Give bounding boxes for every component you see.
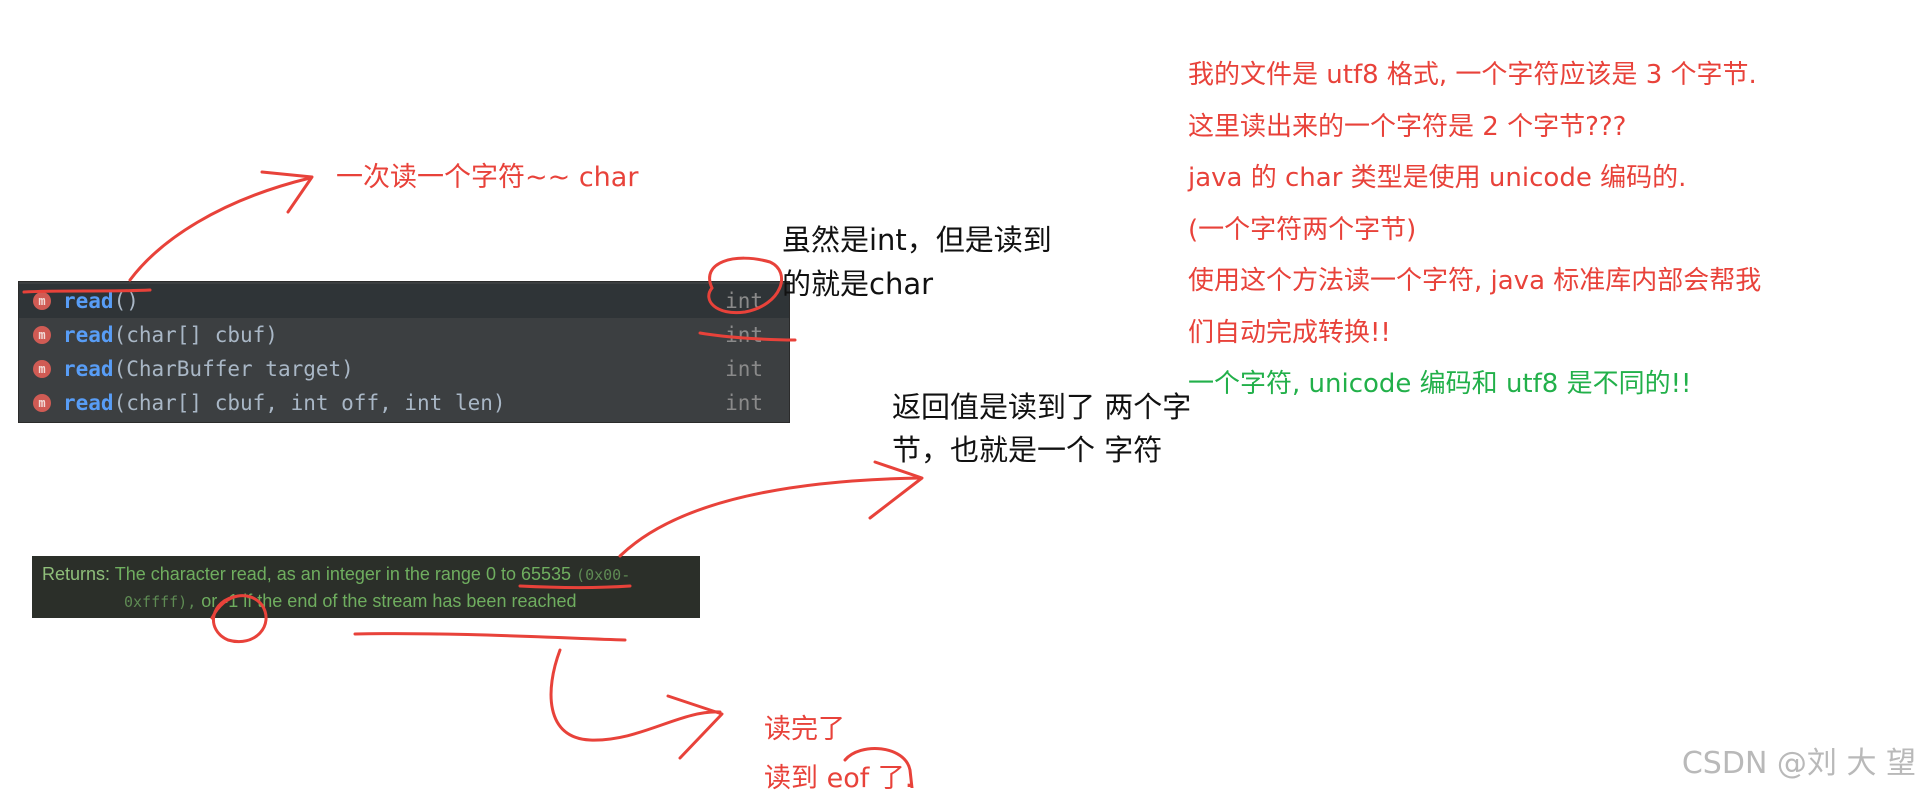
encoding-note-line: 使用这个方法读一个字符, java 标准库内部会帮我 [1188, 266, 1762, 296]
method-name: read [63, 289, 114, 313]
method-args: (CharBuffer target) [113, 357, 354, 381]
arrow-to-eof-note [549, 648, 722, 742]
method-icon: m [33, 394, 51, 412]
method-icon: m [33, 326, 51, 344]
encoding-note-line: 这里读出来的一个字符是 2 个字节??? [1188, 111, 1627, 142]
returns-label: Returns: [42, 564, 111, 584]
completion-item[interactable]: m read(char[] cbuf, int off, int len) in… [19, 386, 789, 420]
method-name: read [63, 323, 114, 347]
underline-stream [353, 632, 627, 642]
annotation-eof-2: 读到 eof 了. [764, 763, 914, 794]
returns-text: The character read, as an integer in the… [114, 564, 572, 584]
annotation-encoding-notes: 我的文件是 utf8 格式, 一个字符应该是 3 个字节. 这里读出来的一个字符… [1188, 50, 1888, 411]
encoding-note-line: 们自动完成转换!! [1188, 317, 1391, 348]
method-args: (char[] cbuf, int off, int len) [113, 391, 506, 415]
annotation-read-one-char: 一次读一个字符~~ char [336, 162, 639, 193]
hex-range: 0xffff), [124, 593, 197, 611]
annotation-return-note-2: 节，也就是一个 字符 [892, 433, 1163, 467]
annotation-green-note: 一个字符, unicode 编码和 utf8 是不同的!! [1188, 369, 1692, 399]
return-type: int [725, 323, 763, 347]
arrow-to-return-note [618, 476, 922, 558]
watermark: CSDN @刘 大 望 [1681, 746, 1916, 781]
completion-popup: m read() int m read(char[] cbuf) int m r… [18, 281, 790, 423]
arrow-to-read-note [128, 176, 312, 282]
annotation-eof-1: 读完了 [764, 714, 845, 745]
returns-text: or -1 if the end of the stream has been … [201, 591, 577, 611]
encoding-note-line: (一个字符两个字节) [1188, 214, 1417, 245]
completion-item[interactable]: m read(char[] cbuf) int [19, 318, 789, 352]
arrowhead [666, 694, 724, 760]
method-name: read [63, 391, 114, 415]
javadoc-returns: Returns: The character read, as an integ… [32, 556, 700, 618]
method-icon: m [33, 360, 51, 378]
hex-range: (0x00- [576, 566, 631, 584]
annotation-int-note-1: 虽然是int，但是读到 [782, 223, 1052, 257]
method-name: read [63, 357, 114, 381]
annotation-int-note-2: 的就是char [782, 267, 934, 301]
completion-item[interactable]: m read(CharBuffer target) int [19, 352, 789, 386]
method-icon: m [33, 292, 51, 310]
method-args: (char[] cbuf) [113, 323, 278, 347]
arrowhead [260, 170, 314, 214]
method-args: () [113, 289, 139, 313]
return-type: int [725, 391, 763, 415]
encoding-note-line: 我的文件是 utf8 格式, 一个字符应该是 3 个字节. [1188, 60, 1757, 90]
return-type: int [725, 357, 763, 381]
return-type: int [725, 289, 763, 313]
encoding-note-line: java 的 char 类型是使用 unicode 编码的. [1188, 163, 1687, 193]
annotation-return-note-1: 返回值是读到了 两个字 [892, 390, 1192, 424]
completion-item[interactable]: m read() int [19, 284, 789, 318]
